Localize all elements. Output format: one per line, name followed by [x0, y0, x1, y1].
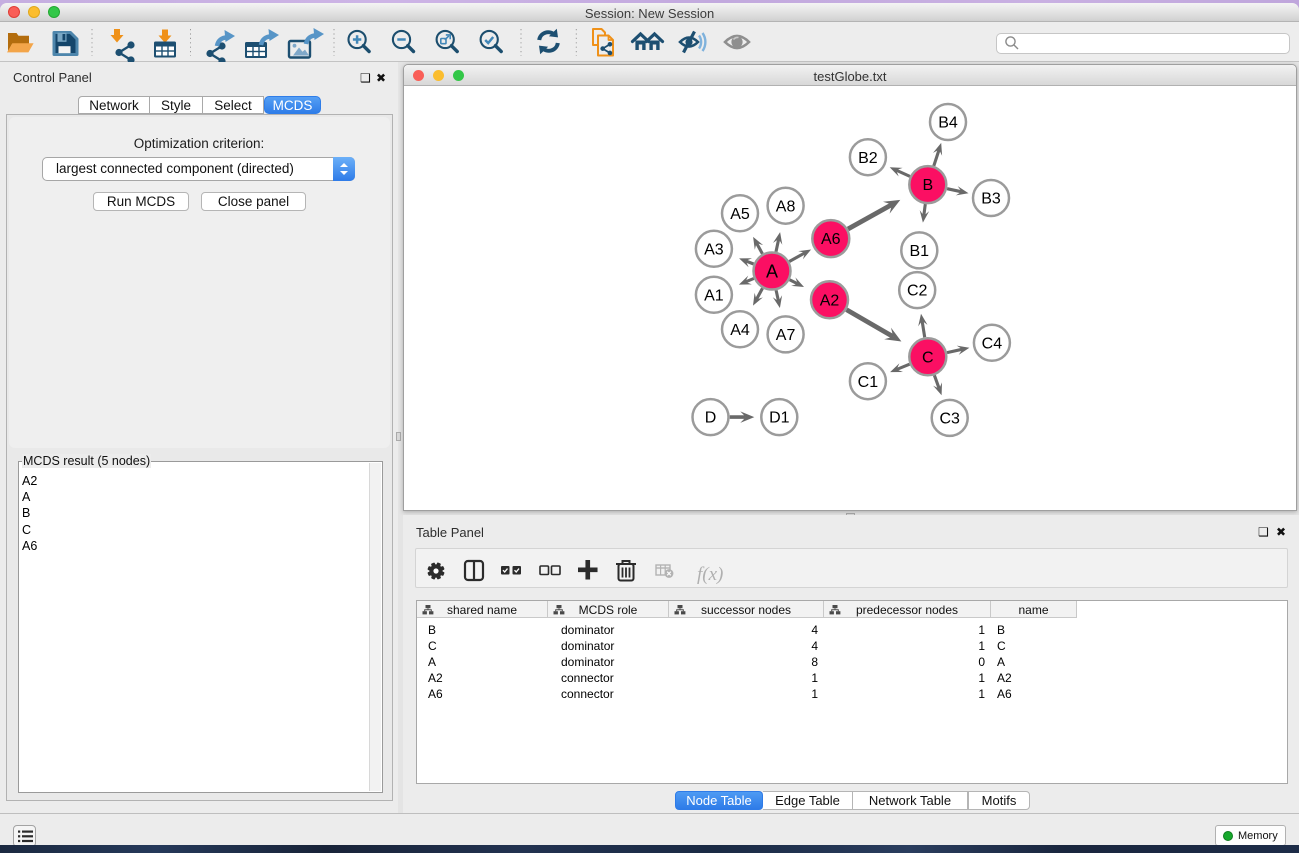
- svg-text:f(x): f(x): [697, 564, 723, 585]
- svg-text:C4: C4: [982, 335, 1003, 352]
- svg-text:A7: A7: [776, 327, 796, 344]
- svg-text:C3: C3: [939, 411, 960, 428]
- svg-text:B4: B4: [938, 115, 958, 132]
- svg-text:B1: B1: [910, 243, 930, 260]
- svg-text:A: A: [766, 261, 778, 281]
- svg-text:D: D: [705, 410, 717, 427]
- svg-text:B2: B2: [858, 150, 878, 167]
- svg-text:C2: C2: [907, 283, 928, 300]
- svg-text:C: C: [922, 349, 934, 366]
- svg-text:A8: A8: [776, 198, 796, 215]
- svg-text:B: B: [922, 177, 933, 194]
- svg-text:A6: A6: [821, 231, 841, 248]
- svg-text:A2: A2: [820, 292, 840, 309]
- svg-text:C1: C1: [858, 374, 879, 391]
- svg-text:D1: D1: [769, 410, 790, 427]
- svg-text:B3: B3: [981, 191, 1001, 208]
- svg-text:A5: A5: [730, 206, 750, 223]
- svg-text:A3: A3: [704, 241, 724, 258]
- svg-text:A1: A1: [704, 287, 724, 304]
- svg-text:A4: A4: [730, 322, 750, 339]
